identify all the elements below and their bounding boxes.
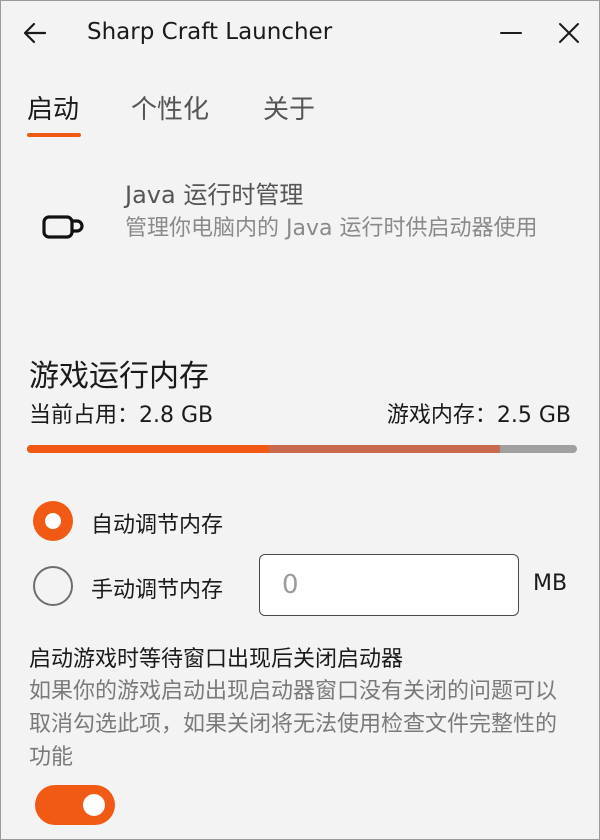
close-button[interactable]: [553, 17, 585, 49]
memory-usage-bar: [27, 445, 577, 453]
close-launcher-toggle[interactable]: [35, 785, 115, 825]
manual-memory-radio[interactable]: [33, 566, 73, 606]
minimize-icon: [500, 32, 522, 34]
memory-section-title: 游戏运行内存: [29, 359, 209, 394]
close-launcher-description: 如果你的游戏启动出现启动器窗口没有关闭的问题可以取消勾选此项，如果关闭将无法使用…: [29, 679, 558, 770]
auto-memory-radio[interactable]: [33, 501, 73, 541]
java-description: 管理你电脑内的 Java 运行时供启动器使用: [125, 216, 538, 241]
used-memory-fill: [27, 445, 269, 453]
active-tab-indicator: [27, 133, 81, 137]
close-launcher-title: 启动游戏时等待窗口出现后关闭启动器: [29, 647, 404, 672]
launcher-window: Sharp Craft Launcher 启动 个性化 关于 Java 运行时管…: [0, 0, 600, 840]
tab-launch[interactable]: 启动: [27, 89, 79, 126]
java-runtime-card[interactable]: Java 运行时管理 管理你电脑内的 Java 运行时供启动器使用: [27, 169, 587, 289]
arrow-left-icon: [23, 22, 47, 44]
toggle-knob: [83, 794, 105, 816]
java-title: Java 运行时管理: [125, 181, 304, 209]
back-button[interactable]: [19, 17, 51, 49]
tab-label: 个性化: [131, 95, 210, 125]
minimize-button[interactable]: [495, 17, 527, 49]
manual-memory-label: 手动调节内存: [91, 578, 224, 603]
tab-about[interactable]: 关于: [263, 89, 315, 126]
cup-icon: [41, 207, 87, 247]
memory-used-text: 当前占用：2.8 GB: [29, 403, 214, 428]
title-bar: Sharp Craft Launcher: [1, 1, 599, 65]
tab-label: 启动: [27, 95, 80, 125]
app-title: Sharp Craft Launcher: [87, 19, 333, 45]
tab-label: 关于: [263, 95, 316, 125]
close-icon: [559, 23, 579, 43]
tab-personalize[interactable]: 个性化: [131, 89, 209, 126]
memory-unit-label: MB: [533, 571, 568, 596]
auto-memory-label: 自动调节内存: [91, 513, 224, 538]
manual-memory-input[interactable]: [259, 554, 519, 616]
game-memory-text: 游戏内存：2.5 GB: [386, 403, 571, 428]
